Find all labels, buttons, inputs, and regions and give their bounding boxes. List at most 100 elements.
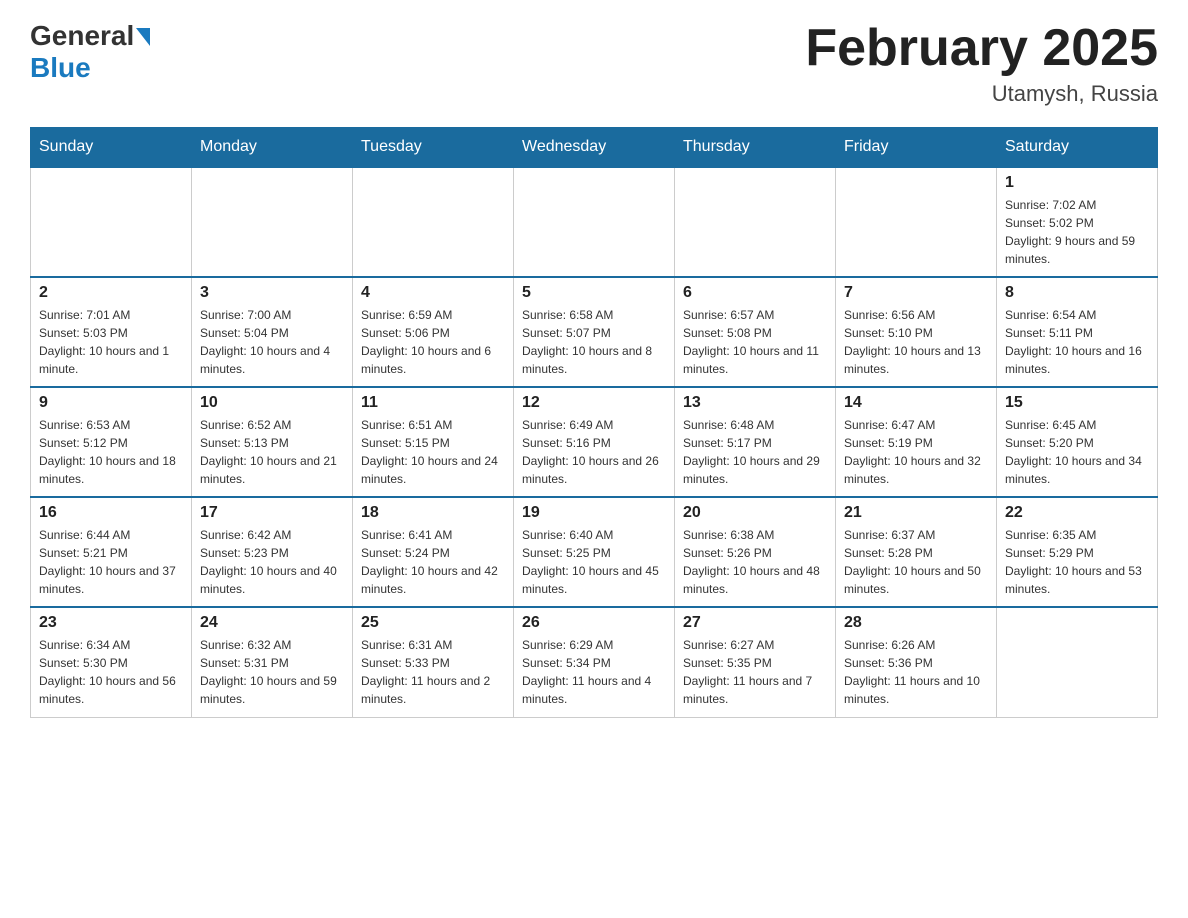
calendar-day-cell: 14Sunrise: 6:47 AMSunset: 5:19 PMDayligh… [836, 387, 997, 497]
day-number: 20 [683, 504, 827, 522]
day-info: Sunrise: 6:32 AMSunset: 5:31 PMDaylight:… [200, 636, 344, 708]
calendar-day-cell: 5Sunrise: 6:58 AMSunset: 5:07 PMDaylight… [514, 277, 675, 387]
day-info: Sunrise: 7:02 AMSunset: 5:02 PMDaylight:… [1005, 196, 1149, 268]
day-number: 3 [200, 284, 344, 302]
calendar-day-cell: 25 Sunrise: 6:31 AMSunset: 5:33 PMDayligh… [353, 607, 514, 717]
logo-arrow-icon [136, 28, 150, 46]
day-info: Sunrise: 6:59 AMSunset: 5:06 PMDaylight:… [361, 306, 505, 378]
day-of-week-header: Sunday [31, 128, 192, 168]
day-number: 17 [200, 504, 344, 522]
day-info: Sunrise: 6:53 AMSunset: 5:12 PMDaylight:… [39, 416, 183, 488]
day-of-week-header: Friday [836, 128, 997, 168]
calendar-week-row: 2Sunrise: 7:01 AMSunset: 5:03 PMDaylight… [31, 277, 1158, 387]
calendar-day-cell: 28 Sunrise: 6:26 AMSunset: 5:36 PMDayligh… [836, 607, 997, 717]
calendar-day-cell [997, 607, 1158, 717]
day-number: 8 [1005, 284, 1149, 302]
day-number: 5 [522, 284, 666, 302]
day-info: Sunrise: 6:48 AMSunset: 5:17 PMDaylight:… [683, 416, 827, 488]
day-info: Sunrise: 6:40 AMSunset: 5:25 PMDaylight:… [522, 526, 666, 598]
calendar-day-cell [675, 167, 836, 277]
calendar-day-cell: 8 Sunrise: 6:54 AMSunset: 5:11 PMDaylight… [997, 277, 1158, 387]
calendar-day-cell: 12 Sunrise: 6:49 AMSunset: 5:16 PMDayligh… [514, 387, 675, 497]
calendar-day-cell: 17 Sunrise: 6:42 AMSunset: 5:23 PMDayligh… [192, 497, 353, 607]
day-of-week-header: Thursday [675, 128, 836, 168]
calendar-day-cell: 16Sunrise: 6:44 AMSunset: 5:21 PMDayligh… [31, 497, 192, 607]
logo-general-text: General [30, 20, 134, 52]
day-number: 7 [844, 284, 988, 302]
calendar-week-row: 23 Sunrise: 6:34 AMSunset: 5:30 PMDayligh… [31, 607, 1158, 717]
day-info: Sunrise: 6:54 AMSunset: 5:11 PMDaylight:… [1005, 306, 1149, 378]
day-number: 11 [361, 394, 505, 412]
calendar-day-cell [192, 167, 353, 277]
calendar-day-cell: 2Sunrise: 7:01 AMSunset: 5:03 PMDaylight… [31, 277, 192, 387]
day-info: Sunrise: 6:56 AMSunset: 5:10 PMDaylight:… [844, 306, 988, 378]
day-number: 12 [522, 394, 666, 412]
calendar-day-cell: 3 Sunrise: 7:00 AMSunset: 5:04 PMDaylight… [192, 277, 353, 387]
calendar-day-cell [31, 167, 192, 277]
day-number: 21 [844, 504, 988, 522]
title-section: February 2025 Utamysh, Russia [805, 20, 1158, 107]
day-info: Sunrise: 6:45 AMSunset: 5:20 PMDaylight:… [1005, 416, 1149, 488]
day-info: Sunrise: 6:29 AMSunset: 5:34 PMDaylight:… [522, 636, 666, 708]
day-info: Sunrise: 6:35 AMSunset: 5:29 PMDaylight:… [1005, 526, 1149, 598]
day-number: 9 [39, 394, 183, 412]
day-number: 26 [522, 614, 666, 632]
calendar-title: February 2025 [805, 20, 1158, 77]
calendar-day-cell: 19 Sunrise: 6:40 AMSunset: 5:25 PMDayligh… [514, 497, 675, 607]
calendar-day-cell: 13Sunrise: 6:48 AMSunset: 5:17 PMDayligh… [675, 387, 836, 497]
calendar-day-cell: 6 Sunrise: 6:57 AMSunset: 5:08 PMDaylight… [675, 277, 836, 387]
day-number: 23 [39, 614, 183, 632]
calendar-day-cell: 20 Sunrise: 6:38 AMSunset: 5:26 PMDayligh… [675, 497, 836, 607]
day-info: Sunrise: 6:34 AMSunset: 5:30 PMDaylight:… [39, 636, 183, 708]
calendar-day-cell: 24Sunrise: 6:32 AMSunset: 5:31 PMDayligh… [192, 607, 353, 717]
day-info: Sunrise: 6:27 AMSunset: 5:35 PMDaylight:… [683, 636, 827, 708]
calendar-day-cell: 10 Sunrise: 6:52 AMSunset: 5:13 PMDayligh… [192, 387, 353, 497]
calendar-day-cell: 1 Sunrise: 7:02 AMSunset: 5:02 PMDaylight… [997, 167, 1158, 277]
calendar-day-cell: 27 Sunrise: 6:27 AMSunset: 5:35 PMDayligh… [675, 607, 836, 717]
day-number: 27 [683, 614, 827, 632]
day-number: 25 [361, 614, 505, 632]
calendar-day-cell: 9 Sunrise: 6:53 AMSunset: 5:12 PMDaylight… [31, 387, 192, 497]
day-number: 15 [1005, 394, 1149, 412]
calendar-day-cell [836, 167, 997, 277]
day-of-week-header: Tuesday [353, 128, 514, 168]
day-info: Sunrise: 6:57 AMSunset: 5:08 PMDaylight:… [683, 306, 827, 378]
day-number: 22 [1005, 504, 1149, 522]
day-number: 2 [39, 284, 183, 302]
day-number: 1 [1005, 174, 1149, 192]
calendar-week-row: 1 Sunrise: 7:02 AMSunset: 5:02 PMDaylight… [31, 167, 1158, 277]
day-number: 18 [361, 504, 505, 522]
day-info: Sunrise: 6:41 AMSunset: 5:24 PMDaylight:… [361, 526, 505, 598]
calendar-day-cell: 23 Sunrise: 6:34 AMSunset: 5:30 PMDayligh… [31, 607, 192, 717]
day-info: Sunrise: 6:38 AMSunset: 5:26 PMDaylight:… [683, 526, 827, 598]
day-number: 28 [844, 614, 988, 632]
day-info: Sunrise: 6:49 AMSunset: 5:16 PMDaylight:… [522, 416, 666, 488]
calendar-day-cell [353, 167, 514, 277]
day-info: Sunrise: 6:26 AMSunset: 5:36 PMDaylight:… [844, 636, 988, 708]
day-info: Sunrise: 6:52 AMSunset: 5:13 PMDaylight:… [200, 416, 344, 488]
day-of-week-header: Wednesday [514, 128, 675, 168]
calendar-day-cell: 11 Sunrise: 6:51 AMSunset: 5:15 PMDayligh… [353, 387, 514, 497]
calendar-day-cell [514, 167, 675, 277]
calendar-day-cell: 21Sunrise: 6:37 AMSunset: 5:28 PMDayligh… [836, 497, 997, 607]
day-info: Sunrise: 6:51 AMSunset: 5:15 PMDaylight:… [361, 416, 505, 488]
calendar-week-row: 16Sunrise: 6:44 AMSunset: 5:21 PMDayligh… [31, 497, 1158, 607]
day-info: Sunrise: 7:00 AMSunset: 5:04 PMDaylight:… [200, 306, 344, 378]
calendar-week-row: 9 Sunrise: 6:53 AMSunset: 5:12 PMDaylight… [31, 387, 1158, 497]
calendar-day-cell: 7 Sunrise: 6:56 AMSunset: 5:10 PMDaylight… [836, 277, 997, 387]
day-info: Sunrise: 6:42 AMSunset: 5:23 PMDaylight:… [200, 526, 344, 598]
day-number: 10 [200, 394, 344, 412]
page-header: General Blue February 2025 Utamysh, Russ… [30, 20, 1158, 107]
day-info: Sunrise: 6:44 AMSunset: 5:21 PMDaylight:… [39, 526, 183, 598]
day-number: 6 [683, 284, 827, 302]
day-info: Sunrise: 6:31 AMSunset: 5:33 PMDaylight:… [361, 636, 505, 708]
calendar-day-cell: 26 Sunrise: 6:29 AMSunset: 5:34 PMDayligh… [514, 607, 675, 717]
calendar-day-cell: 4 Sunrise: 6:59 AMSunset: 5:06 PMDaylight… [353, 277, 514, 387]
logo-blue-text: Blue [30, 52, 91, 84]
calendar-subtitle: Utamysh, Russia [805, 81, 1158, 107]
calendar-day-cell: 22 Sunrise: 6:35 AMSunset: 5:29 PMDayligh… [997, 497, 1158, 607]
logo: General Blue [30, 20, 150, 84]
day-number: 4 [361, 284, 505, 302]
day-of-week-header: Saturday [997, 128, 1158, 168]
day-number: 19 [522, 504, 666, 522]
